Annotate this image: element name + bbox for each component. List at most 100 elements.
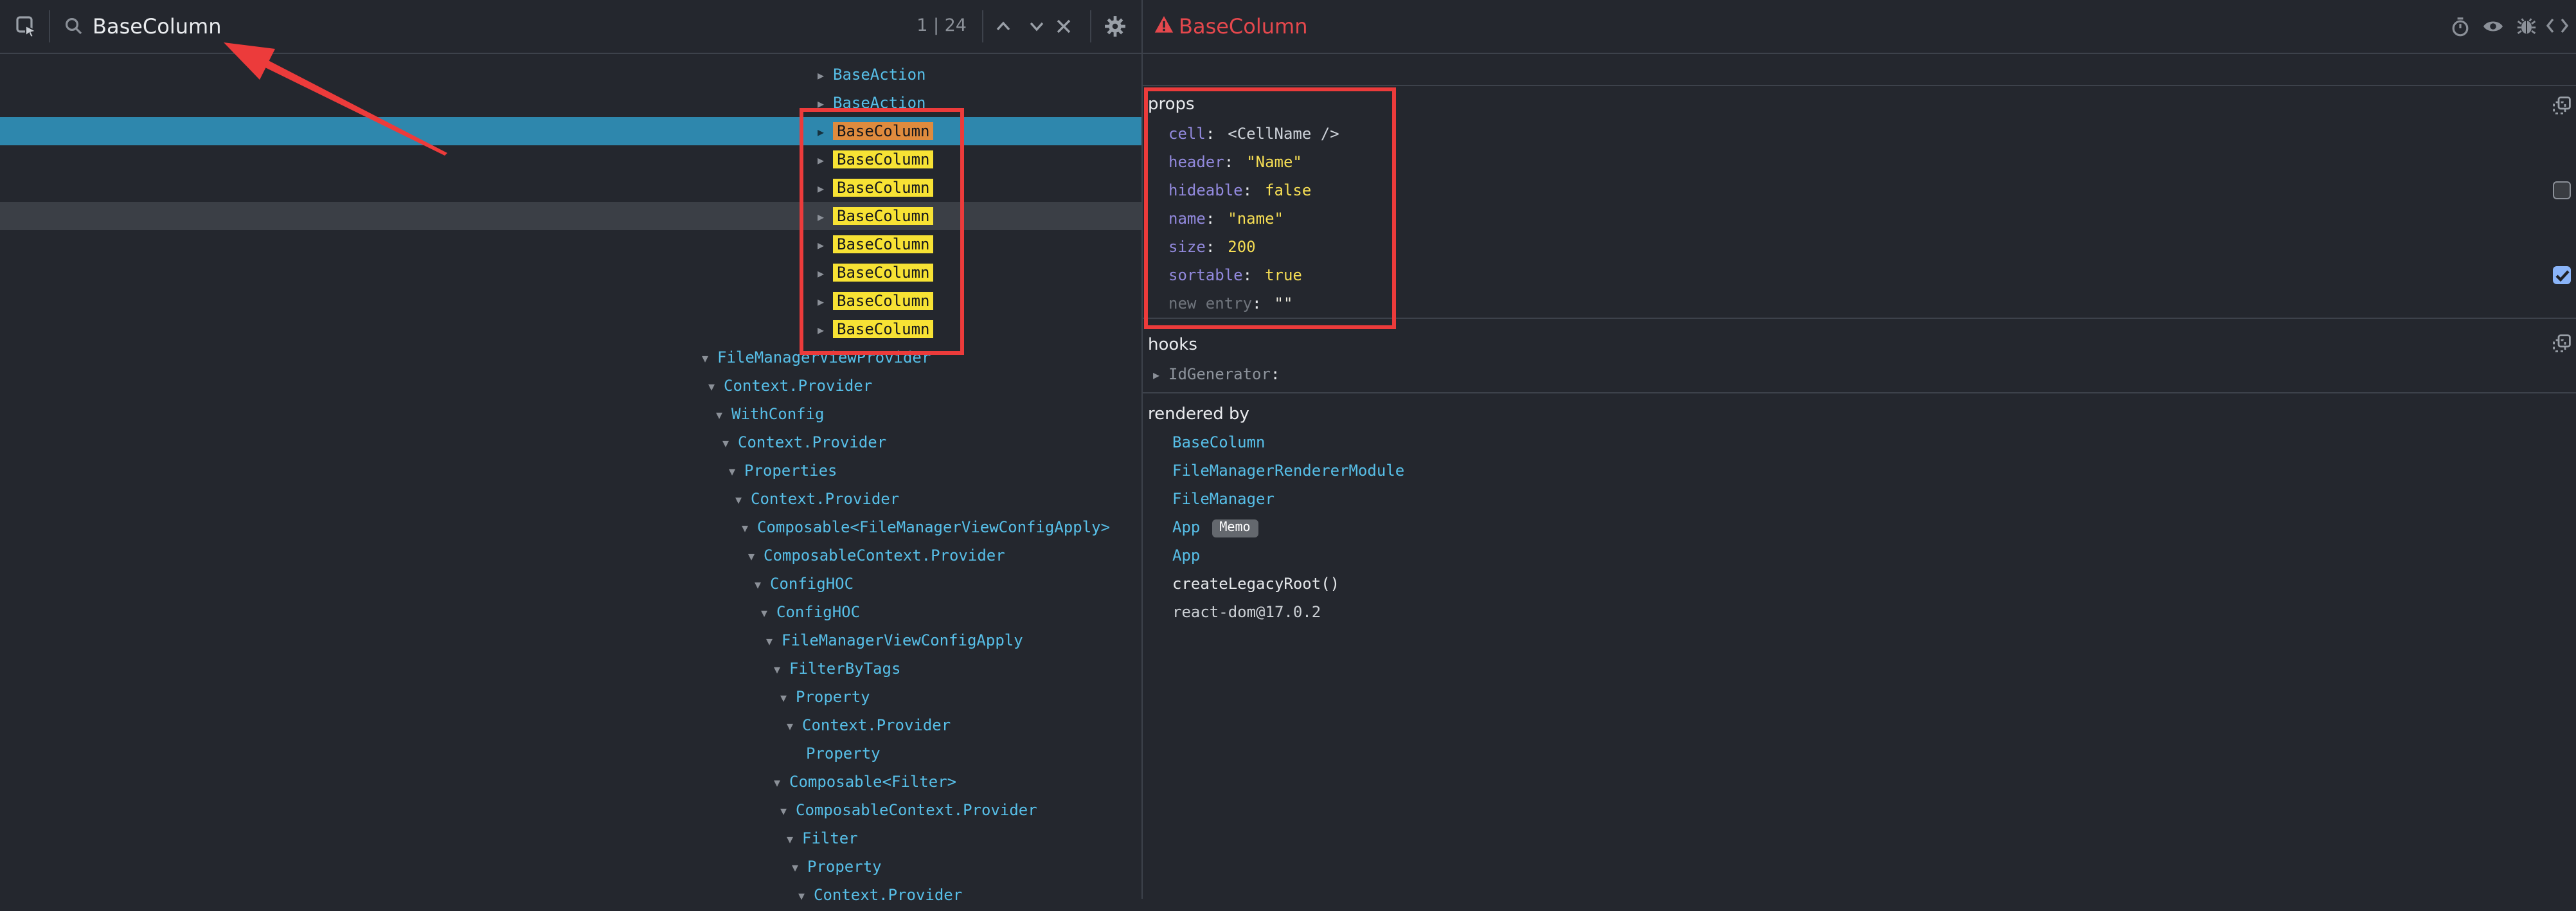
prop-row: cell:<CellName /> <box>1168 120 1339 148</box>
owner-link[interactable]: FileManager <box>1172 490 1275 508</box>
expand-arrow-icon[interactable]: ▸ <box>818 317 833 345</box>
tree-row[interactable]: Property <box>0 739 1141 767</box>
tree-row[interactable]: ▸BaseColumn <box>0 314 1141 343</box>
eye-icon[interactable] <box>2482 17 2504 36</box>
component-name: ConfigHOC <box>770 574 854 592</box>
tree-row-hovered[interactable]: ▸BaseColumn <box>0 201 1141 230</box>
tree-row[interactable]: ▾Context.Provider <box>0 428 1141 456</box>
tree-row[interactable]: ▾ConfigHOC <box>0 597 1141 626</box>
tree-row[interactable]: ▾FileManagerViewProvider <box>0 343 1141 371</box>
expand-arrow-icon[interactable]: ▸ <box>1153 363 1168 391</box>
expand-arrow-icon[interactable]: ▸ <box>818 147 833 176</box>
collapse-arrow-icon[interactable]: ▾ <box>766 628 782 656</box>
component-name-match: BaseColumn <box>833 178 934 196</box>
tree-row[interactable]: ▾FileManagerViewConfigApply <box>0 626 1141 654</box>
tree-row[interactable]: ▸BaseColumn <box>0 258 1141 286</box>
view-source-code-icon[interactable] <box>2545 17 2568 35</box>
tree-row[interactable]: ▸BaseAction <box>0 88 1141 116</box>
expand-arrow-icon[interactable]: ▸ <box>818 232 833 260</box>
owner-link[interactable]: BaseColumn <box>1172 433 1266 451</box>
prop-value[interactable]: "name" <box>1228 210 1284 228</box>
tree-row-selected[interactable]: ▸BaseColumn <box>0 116 1141 145</box>
copy-props-icon[interactable] <box>2553 96 2571 114</box>
expand-arrow-icon[interactable]: ▸ <box>818 204 833 232</box>
owner-link[interactable]: App <box>1172 546 1200 564</box>
prop-value[interactable]: 200 <box>1228 238 1255 256</box>
component-name: FileManagerViewConfigApply <box>782 631 1023 649</box>
details-title-bar: BaseColumn <box>1143 0 2576 53</box>
expand-arrow-icon[interactable]: ▸ <box>818 176 833 204</box>
prop-value[interactable]: <CellName /> <box>1228 125 1339 143</box>
collapse-arrow-icon[interactable]: ▾ <box>787 713 802 741</box>
collapse-arrow-icon[interactable]: ▾ <box>787 826 802 854</box>
component-name: BaseAction <box>833 65 926 83</box>
collapse-arrow-icon[interactable]: ▾ <box>774 770 789 798</box>
tree-row[interactable]: ▾ComposableContext.Provider <box>0 541 1141 569</box>
expand-arrow-icon[interactable]: ▸ <box>818 62 833 91</box>
tree-row[interactable]: ▸BaseColumn <box>0 230 1141 258</box>
owner-link[interactable]: FileManagerRendererModule <box>1172 462 1404 480</box>
tree-row[interactable]: ▾Context.Provider <box>0 371 1141 399</box>
hook-row[interactable]: ▸IdGenerator: <box>1153 360 1280 388</box>
tree-row[interactable]: ▾FilterByTags <box>0 654 1141 682</box>
chevron-up-icon[interactable] <box>994 19 1012 33</box>
tree-row[interactable]: ▾Context.Provider <box>0 484 1141 512</box>
section-divider <box>1143 392 2576 393</box>
bug-icon[interactable] <box>2516 15 2536 36</box>
tree-row[interactable]: ▾ConfigHOC <box>0 569 1141 597</box>
expand-arrow-icon[interactable]: ▸ <box>818 119 833 147</box>
tree-row[interactable]: ▾Composable<FileManagerViewConfigApply> <box>0 512 1141 541</box>
tree-row[interactable]: ▾Properties <box>0 456 1141 484</box>
collapse-arrow-icon[interactable]: ▾ <box>780 798 796 826</box>
prop-value[interactable]: false <box>1265 181 1311 199</box>
collapse-arrow-icon[interactable]: ▾ <box>729 458 744 487</box>
tree-row[interactable]: ▾Context.Provider <box>0 710 1141 739</box>
tree-row[interactable]: ▸BaseColumn <box>0 145 1141 173</box>
tree-row[interactable]: ▾WithConfig <box>0 399 1141 428</box>
chevron-down-icon[interactable] <box>1027 19 1045 33</box>
props-section-label: props <box>1148 95 1195 114</box>
tree-row[interactable]: ▾Property <box>0 852 1141 880</box>
collapse-arrow-icon[interactable]: ▾ <box>722 430 738 458</box>
search-input[interactable] <box>93 8 632 44</box>
component-name: ComposableContext.Provider <box>764 546 1005 564</box>
collapse-arrow-icon[interactable]: ▾ <box>748 543 764 572</box>
tree-row[interactable]: ▸BaseColumn <box>0 286 1141 314</box>
boolean-checkbox-checked[interactable] <box>2553 266 2571 284</box>
collapse-arrow-icon[interactable]: ▾ <box>742 515 757 543</box>
collapse-arrow-icon[interactable]: ▾ <box>761 600 776 628</box>
expand-arrow-icon[interactable]: ▸ <box>818 260 833 289</box>
collapse-arrow-icon[interactable]: ▾ <box>780 685 796 713</box>
tree-row[interactable]: ▾Filter <box>0 824 1141 852</box>
prop-value[interactable]: "Name" <box>1246 153 1302 171</box>
tree-row[interactable]: ▾Composable<Filter> <box>0 767 1141 795</box>
prop-value[interactable]: true <box>1265 266 1302 284</box>
prop-row: sortable:true <box>1168 261 1339 289</box>
close-x-icon[interactable] <box>1054 17 1072 35</box>
tree-row[interactable]: ▾Context.Provider <box>0 880 1141 908</box>
collapse-arrow-icon[interactable]: ▾ <box>774 656 789 685</box>
tree-row[interactable]: ▸BaseAction <box>0 60 1141 88</box>
expand-arrow-icon[interactable]: ▸ <box>818 289 833 317</box>
expand-arrow-icon[interactable]: ▸ <box>818 91 833 119</box>
tree-row[interactable]: ▾ComposableContext.Provider <box>0 795 1141 824</box>
boolean-checkbox-unchecked[interactable] <box>2553 181 2571 199</box>
copy-hooks-icon[interactable] <box>2553 334 2571 352</box>
stopwatch-icon[interactable] <box>2449 15 2471 37</box>
tree-row[interactable]: ▸BaseColumn <box>0 173 1141 201</box>
collapse-arrow-icon[interactable]: ▾ <box>792 854 807 883</box>
panel-divider[interactable] <box>1141 0 1143 899</box>
gear-icon[interactable] <box>1104 15 1126 37</box>
inspect-element-icon[interactable] <box>15 15 37 37</box>
collapse-arrow-icon[interactable]: ▾ <box>708 374 724 402</box>
warning-icon <box>1154 15 1174 33</box>
component-name-match: BaseColumn <box>833 320 934 338</box>
collapse-arrow-icon[interactable]: ▾ <box>798 883 814 911</box>
collapse-arrow-icon[interactable]: ▾ <box>716 402 731 430</box>
owner-link[interactable]: App <box>1172 518 1200 536</box>
tree-row[interactable]: ▾Property <box>0 682 1141 710</box>
collapse-arrow-icon[interactable]: ▾ <box>755 572 770 600</box>
collapse-arrow-icon[interactable]: ▾ <box>735 487 751 515</box>
prop-value[interactable]: "" <box>1275 294 1293 312</box>
collapse-arrow-icon[interactable]: ▾ <box>702 345 717 374</box>
